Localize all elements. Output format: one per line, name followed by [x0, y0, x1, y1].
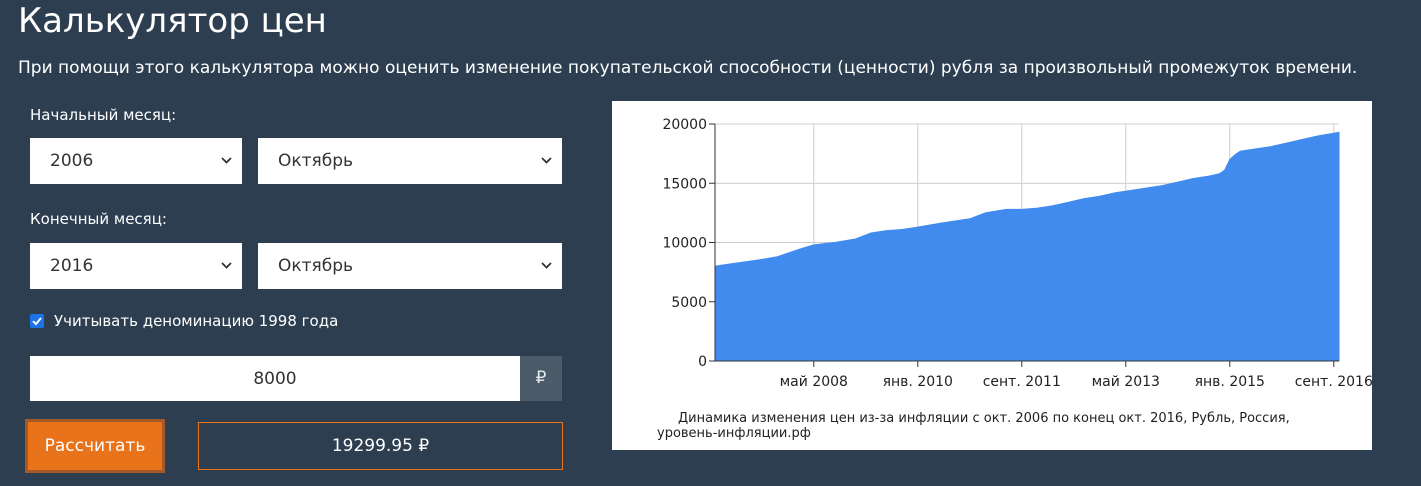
end-month-label: Конечный месяц:: [30, 210, 167, 228]
start-year-value: 2006: [50, 151, 94, 171]
denomination-label: Учитывать деноминацию 1998 года: [54, 312, 339, 330]
currency-addon: ₽: [520, 356, 562, 401]
end-year-value: 2016: [50, 256, 94, 276]
page-description: При помощи этого калькулятора можно оцен…: [18, 58, 1358, 78]
start-month-select[interactable]: Октябрь: [258, 138, 562, 184]
chart-caption-line1: Динамика изменения цен из-за инфляции с …: [678, 411, 1290, 426]
end-month-value: Октябрь: [278, 256, 354, 276]
calculate-button[interactable]: Рассчитать: [25, 419, 165, 473]
chart-area-series: [714, 131, 1340, 362]
y-tick-label: 10000: [662, 236, 707, 252]
x-tick-label: янв. 2015: [1195, 374, 1265, 390]
page-title: Калькулятор цен: [18, 1, 327, 41]
chart-svg: 0 5000 10000 15000 20000 май 2008 янв. 2010 се…: [657, 117, 1373, 441]
result-output: 19299.95 ₽: [198, 422, 563, 470]
start-month-label: Начальный месяц:: [30, 106, 177, 124]
start-year-select[interactable]: 2006: [30, 138, 242, 184]
inflation-chart: 0 5000 10000 15000 20000 май 2008 янв. 2010 се…: [612, 101, 1373, 450]
chevron-down-icon: [221, 262, 232, 269]
chevron-down-icon: [221, 157, 232, 164]
y-tick-labels: 0 5000 10000 15000 20000: [662, 117, 707, 370]
check-icon: [32, 317, 42, 326]
denomination-option: Учитывать деноминацию 1998 года: [30, 311, 338, 331]
x-tick-labels: май 2008 янв. 2010 сент. 2011 май 2013 янв. …: [780, 374, 1373, 390]
y-tick-label: 5000: [671, 295, 707, 311]
x-tick-label: сент. 2011: [983, 374, 1061, 390]
x-tick-label: сент. 2016: [1295, 374, 1372, 390]
y-tick-label: 20000: [662, 117, 707, 133]
end-month-select[interactable]: Октябрь: [258, 243, 562, 289]
denomination-checkbox[interactable]: [30, 314, 44, 328]
x-tick-label: май 2008: [780, 374, 848, 390]
chevron-down-icon: [541, 157, 552, 164]
end-year-select[interactable]: 2016: [30, 243, 242, 289]
chevron-down-icon: [541, 262, 552, 269]
y-tick-label: 0: [698, 354, 707, 370]
chart-caption-line2: уровень-инфляции.рф: [657, 426, 811, 441]
amount-input[interactable]: [30, 356, 520, 401]
x-tick-label: май 2013: [1092, 374, 1160, 390]
y-tick-label: 15000: [662, 176, 707, 192]
start-month-value: Октябрь: [278, 151, 354, 171]
x-tick-label: янв. 2010: [883, 374, 953, 390]
